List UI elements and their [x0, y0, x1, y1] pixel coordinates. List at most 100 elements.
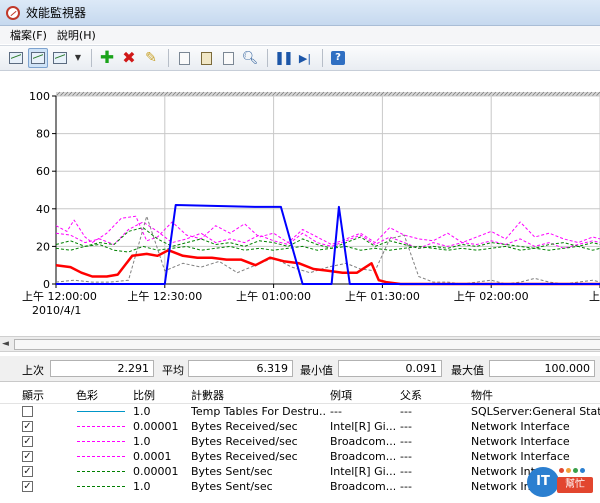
row-object: Network Interface	[471, 420, 570, 433]
row-instance: Intel[R] Gi...	[330, 465, 395, 478]
color-swatch	[77, 471, 125, 472]
toolbar-separator	[322, 49, 323, 67]
help-icon: ?	[331, 51, 345, 65]
scroll-thumb[interactable]	[14, 339, 600, 350]
header-object[interactable]: 物件	[471, 388, 600, 403]
last-label: 上次	[22, 364, 44, 377]
average-value: 6.319	[188, 360, 293, 377]
y-tick-label: 100	[29, 90, 50, 103]
ithome-watermark-logo: IT 幫忙	[527, 463, 597, 499]
freeze-display-button[interactable]: ❚❚	[273, 48, 294, 68]
header-show[interactable]: 顯示	[22, 388, 72, 403]
toolbar-separator	[168, 49, 169, 67]
row-scale: 1.0	[133, 435, 151, 448]
properties-button[interactable]	[218, 48, 238, 68]
dropdown-icon: ▼	[74, 53, 82, 62]
color-swatch	[77, 441, 125, 442]
row-parent: ---	[400, 420, 412, 433]
highlight-button[interactable]: ✎	[141, 48, 161, 68]
color-swatch	[77, 456, 125, 457]
row-counter: Bytes Received/sec	[191, 420, 298, 433]
counter-row[interactable]: ✓ 1.0 Bytes Received/sec Broadcom... --- Netw…	[0, 434, 600, 449]
logo-badge: IT	[527, 467, 559, 497]
row-scale: 1.0	[133, 405, 151, 418]
update-data-icon: ▶|	[298, 51, 312, 65]
perfmon-app-icon	[6, 5, 20, 20]
show-checkbox[interactable]: ✓	[22, 466, 33, 477]
header-scale[interactable]: 比例	[133, 388, 185, 403]
row-parent: ---	[400, 480, 412, 493]
average-label: 平均	[162, 364, 184, 377]
row-scale: 0.00001	[133, 420, 179, 433]
menu-file[interactable]: 檔案(F)	[10, 27, 47, 43]
update-data-button[interactable]: ▶|	[295, 48, 315, 68]
add-counter-icon: ✚	[99, 47, 115, 68]
x-tick-label: 上午 02:00:00	[454, 290, 529, 303]
counter-list: 顯示 色彩 比例 計數器 例項 父系 物件 1.0 Temp Tables For…	[0, 388, 600, 503]
header-color[interactable]: 色彩	[76, 388, 132, 403]
add-counter-button[interactable]: ✚	[97, 48, 117, 68]
window-title: 效能監視器	[26, 6, 87, 20]
counter-row[interactable]: ✓ 0.0001 Bytes Received/sec Broadcom... --- N…	[0, 449, 600, 464]
header-counter[interactable]: 計數器	[191, 388, 326, 403]
row-object: Network Interface	[471, 450, 570, 463]
scroll-left-icon[interactable]: ◄	[2, 339, 12, 349]
row-parent: ---	[400, 465, 412, 478]
show-checkbox[interactable]: ✓	[22, 481, 33, 492]
row-scale: 0.00001	[133, 465, 179, 478]
row-instance: Broadcom...	[330, 435, 395, 448]
row-instance: Intel[R] Gi...	[330, 420, 395, 433]
minimum-label: 最小值	[300, 364, 333, 377]
counter-row[interactable]: ✓ 0.00001 Bytes Sent/sec Intel[R] Gi... --- N…	[0, 464, 600, 479]
graph-type-dropdown[interactable]: ▼	[72, 48, 84, 68]
show-checkbox[interactable]: ✓	[22, 451, 33, 462]
y-tick-label: 20	[36, 240, 50, 253]
toolbar: ▼ ✚ ✖ ✎ 🔍︎ ❚❚ ▶| ?	[0, 45, 600, 71]
time-scrollbar[interactable]: ◄	[0, 336, 600, 352]
zoom-icon: 🔍︎	[241, 50, 259, 66]
counter-row[interactable]: ✓ 1.0 Bytes Sent/sec Broadcom... --- Network …	[0, 479, 600, 494]
change-graph-type-button[interactable]	[50, 48, 70, 68]
show-checkbox[interactable]: ✓	[22, 421, 33, 432]
row-instance: Broadcom...	[330, 480, 395, 493]
help-button[interactable]: ?	[328, 48, 348, 68]
copy-properties-button[interactable]	[174, 48, 194, 68]
series-line-6	[56, 204, 600, 285]
highlight-icon: ✎	[145, 50, 157, 66]
counter-row[interactable]: ✓ 0.00001 Bytes Received/sec Intel[R] Gi...…	[0, 419, 600, 434]
header-instance[interactable]: 例項	[330, 388, 395, 403]
delete-counter-button[interactable]: ✖	[119, 48, 139, 68]
paste-counter-list-button[interactable]	[196, 48, 216, 68]
menu-help[interactable]: 說明(H)	[57, 27, 96, 43]
x-tick-label: 上午	[589, 290, 600, 303]
properties-icon	[222, 51, 234, 65]
row-counter: Bytes Received/sec	[191, 435, 298, 448]
zoom-button[interactable]: 🔍︎	[240, 48, 260, 68]
toolbar-separator	[91, 49, 92, 67]
row-instance: Broadcom...	[330, 450, 395, 463]
view-graph-button[interactable]	[6, 48, 26, 68]
copy-properties-icon	[178, 51, 190, 65]
row-object: SQLServer:General Stati...	[471, 405, 600, 418]
y-tick-label: 60	[36, 165, 50, 178]
menu-bar: 檔案(F) 說明(H)	[0, 26, 600, 44]
row-scale: 0.0001	[133, 450, 172, 463]
x-tick-date-label: 2010/4/1	[32, 304, 81, 317]
statistics-bar: 上次 2.291 平均 6.319 最小值 0.091 最大值 100.000	[0, 356, 600, 382]
series-line-1	[55, 221, 600, 249]
show-checkbox[interactable]	[22, 406, 33, 417]
show-checkbox[interactable]: ✓	[22, 436, 33, 447]
paste-counter-list-icon	[200, 51, 212, 65]
row-parent: ---	[400, 450, 412, 463]
toolbar-separator	[267, 49, 268, 67]
counter-row[interactable]: 1.0 Temp Tables For Destru... --- --- SQLSer…	[0, 404, 600, 419]
performance-graph[interactable]: 100 80 60 40 20 0 上午 12:00:00 2010/4/1 上午 12:30:…	[0, 72, 600, 334]
logo-dots	[559, 463, 589, 473]
counter-list-header: 顯示 色彩 比例 計數器 例項 父系 物件	[0, 388, 600, 404]
row-counter: Temp Tables For Destru...	[191, 405, 326, 418]
logo-tag: 幫忙	[557, 477, 593, 493]
view-current-activity-button[interactable]	[28, 48, 48, 68]
header-parent[interactable]: 父系	[400, 388, 468, 403]
maximum-value: 100.000	[489, 360, 595, 377]
freeze-display-icon: ❚❚	[274, 50, 294, 66]
